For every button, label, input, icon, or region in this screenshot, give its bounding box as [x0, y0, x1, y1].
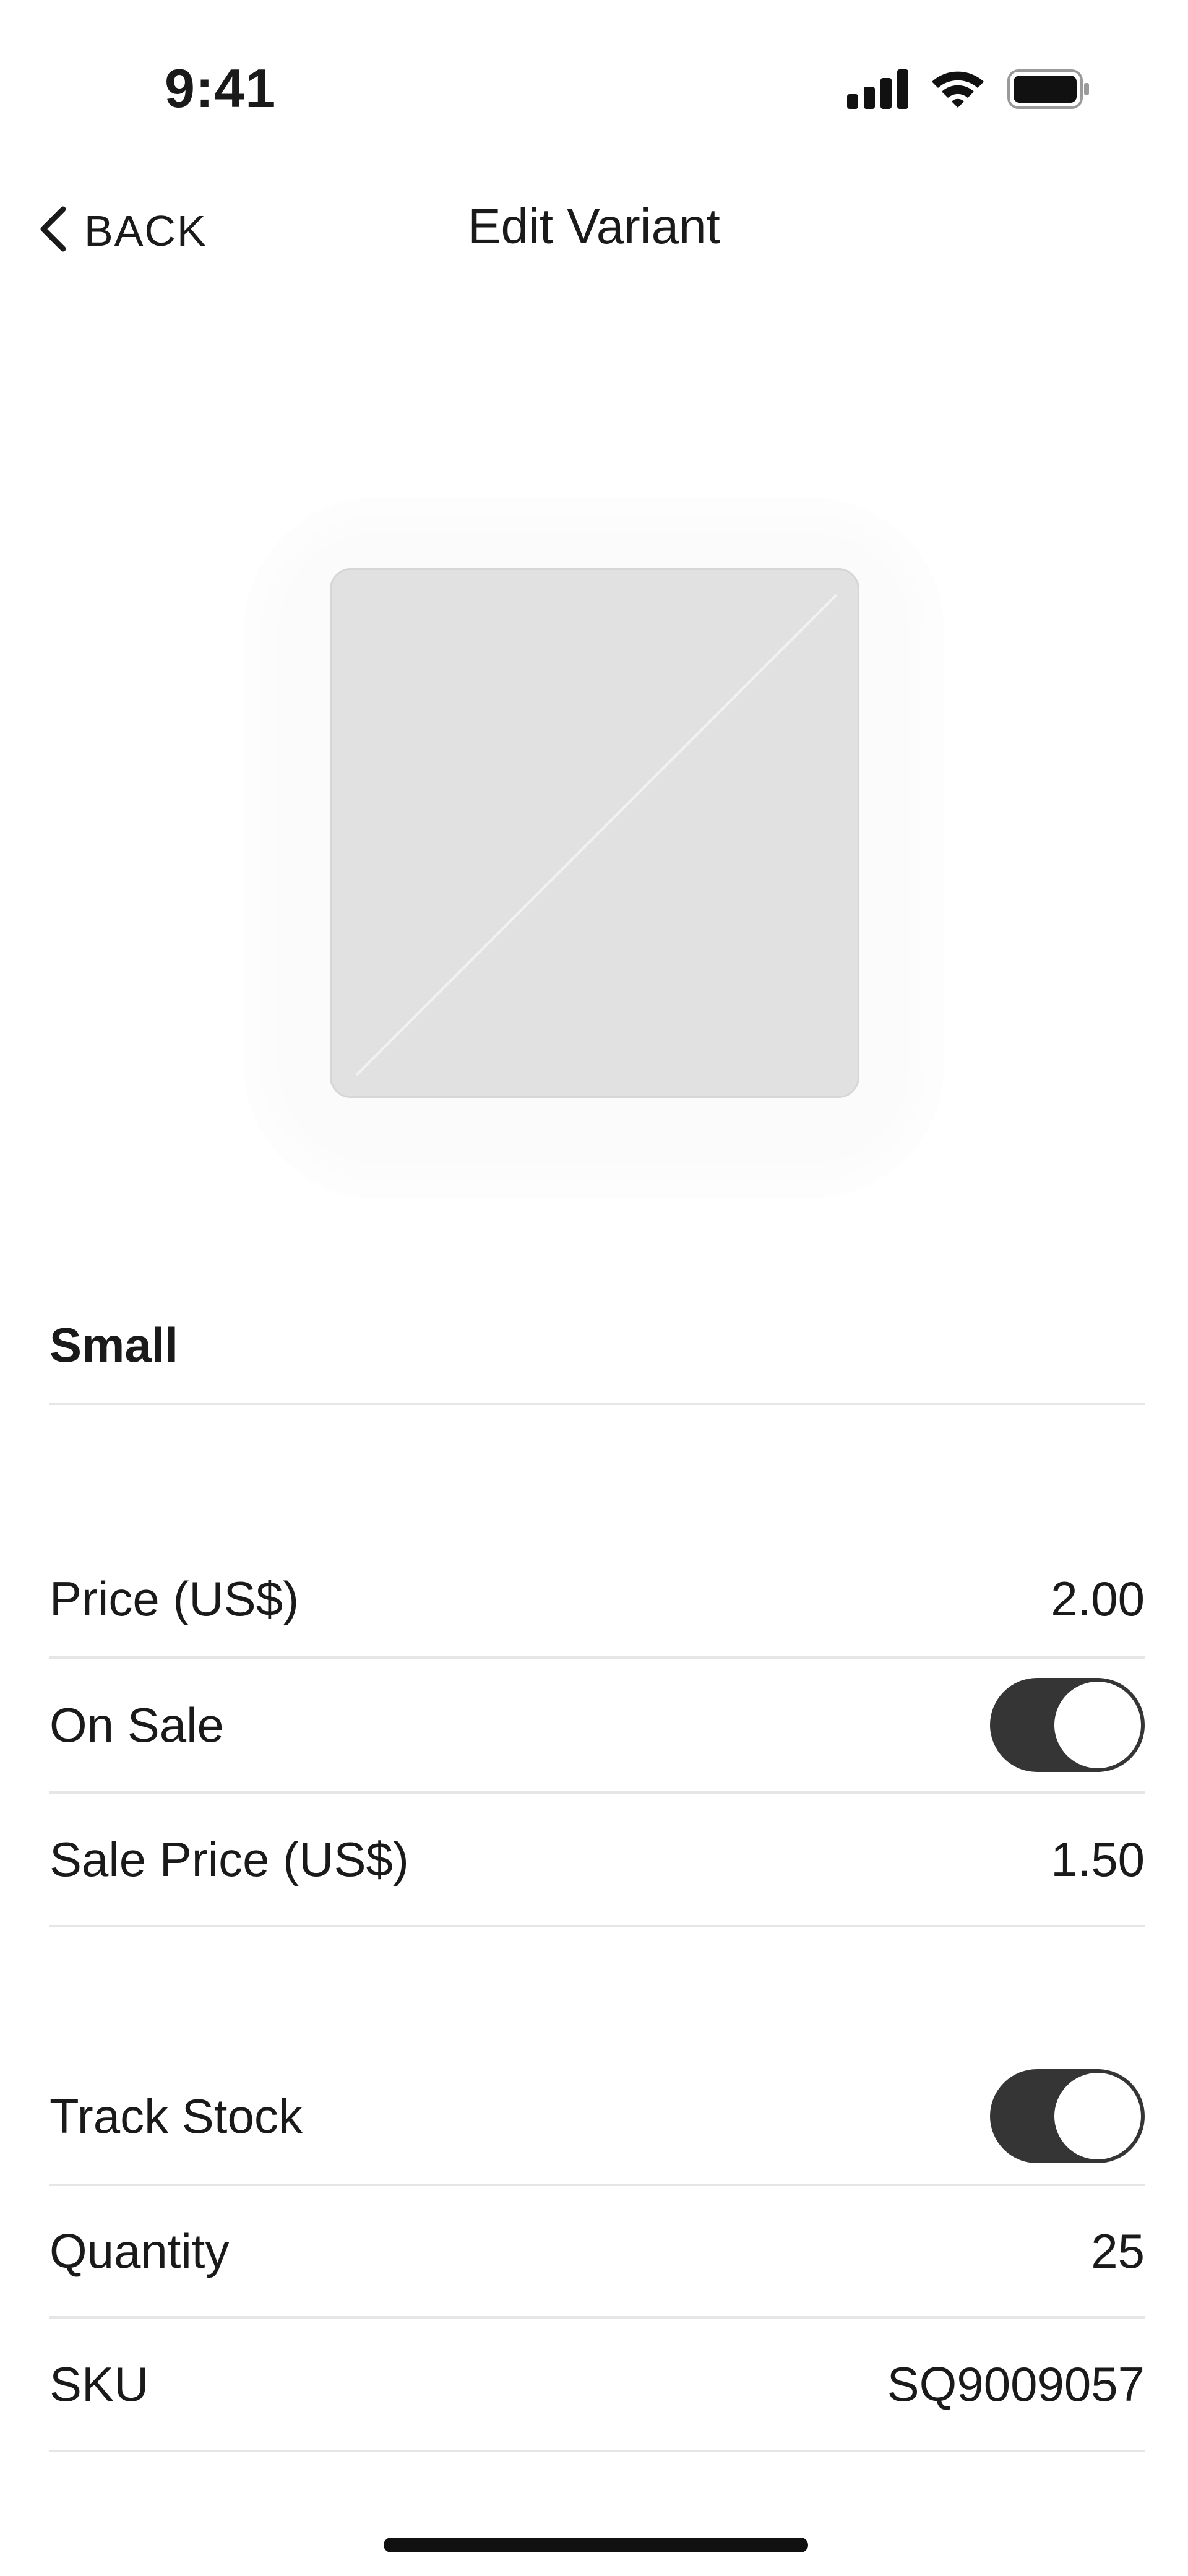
- sku-label: SKU: [50, 2356, 149, 2411]
- price-value[interactable]: 2.00: [1051, 1571, 1145, 1627]
- sku-row[interactable]: SKU SQ9009057: [50, 2319, 1145, 2452]
- track-stock-row: Track Stock: [50, 2049, 1145, 2186]
- quantity-value[interactable]: 25: [1091, 2223, 1145, 2280]
- edit-variant-screen: 9:41 BACK Edit Variant Small Price (US$)…: [0, 0, 1188, 2576]
- cellular-signal-icon: [847, 69, 908, 109]
- toggle-knob: [1054, 2073, 1141, 2159]
- variant-image-placeholder[interactable]: [330, 568, 859, 1098]
- track-stock-toggle[interactable]: [990, 2069, 1145, 2163]
- price-label: Price (US$): [50, 1571, 299, 1626]
- image-placeholder-icon: [355, 594, 838, 1076]
- sale-price-label: Sale Price (US$): [50, 1831, 409, 1887]
- home-indicator[interactable]: [384, 2538, 808, 2552]
- quantity-row[interactable]: Quantity 25: [50, 2186, 1145, 2319]
- toggle-knob: [1054, 1682, 1141, 1768]
- on-sale-label: On Sale: [50, 1697, 224, 1752]
- variant-name: Small: [50, 1317, 179, 1372]
- price-row[interactable]: Price (US$) 2.00: [50, 1541, 1145, 1659]
- battery-icon: [1007, 69, 1090, 109]
- page-title: Edit Variant: [468, 199, 720, 254]
- status-icons: [847, 64, 1090, 109]
- variant-name-row[interactable]: Small: [50, 1287, 1145, 1405]
- on-sale-toggle[interactable]: [990, 1678, 1145, 1772]
- status-time: 9:41: [165, 58, 277, 119]
- sale-price-value[interactable]: 1.50: [1051, 1831, 1145, 1888]
- wifi-icon: [929, 68, 986, 109]
- track-stock-label: Track Stock: [50, 2088, 303, 2143]
- quantity-label: Quantity: [50, 2223, 230, 2278]
- on-sale-row: On Sale: [50, 1659, 1145, 1794]
- sale-price-row[interactable]: Sale Price (US$) 1.50: [50, 1794, 1145, 1927]
- sku-value[interactable]: SQ9009057: [887, 2356, 1145, 2413]
